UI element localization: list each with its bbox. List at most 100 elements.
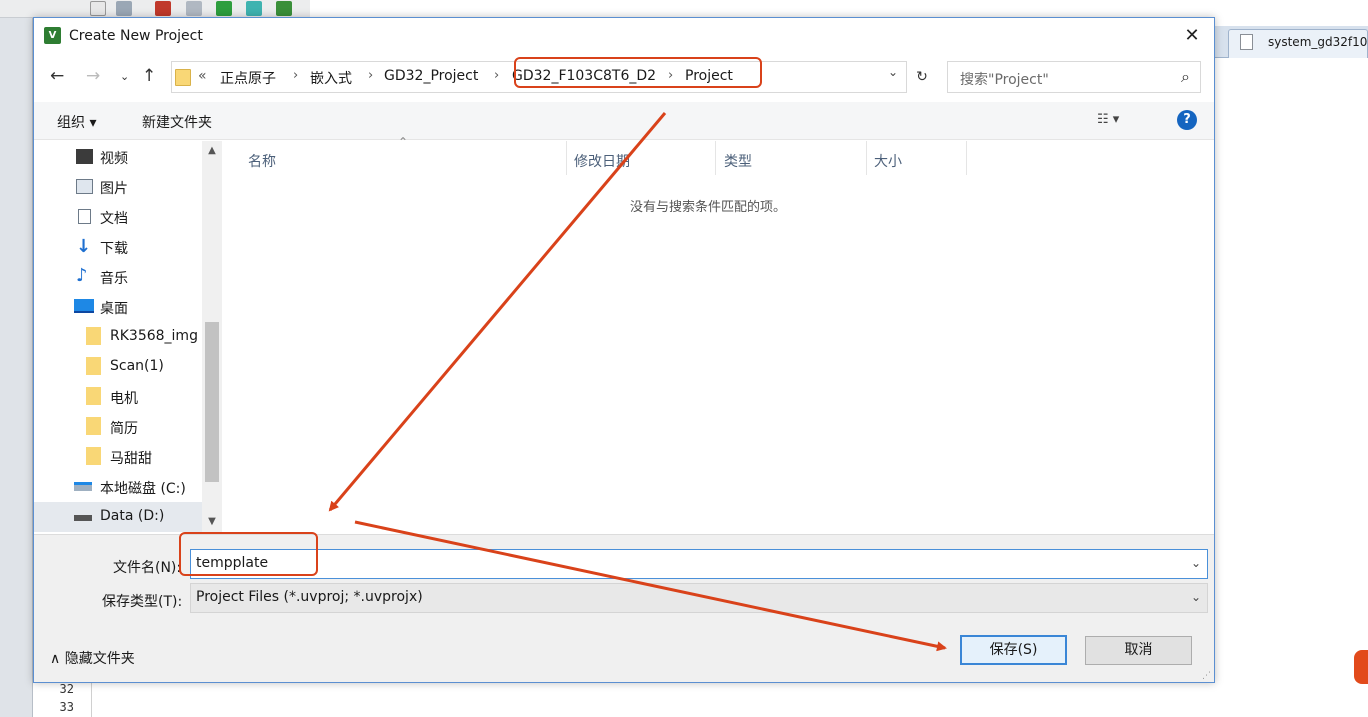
nav-item-desktop[interactable]: 桌面 [34,292,202,322]
nav-item-videos[interactable]: 视频 [34,142,202,172]
dialog-title: Create New Project [69,28,203,44]
close-button[interactable]: ✕ [1174,22,1210,50]
scroll-down-icon[interactable]: ▼ [202,516,222,527]
breadcrumb-separator-icon[interactable]: › [494,68,499,83]
nav-item-label: 下载 [100,241,128,257]
recent-locations-icon[interactable]: ⌄ [120,70,129,83]
search-input[interactable]: 搜索"Project" ⌕ [947,61,1201,93]
ide-project-panel [0,18,33,717]
file-list[interactable]: ⌃ 名称 修改日期 类型 大小 没有与搜索条件匹配的项。 [223,135,1214,534]
resize-grip-icon[interactable]: ⋰ [1202,671,1211,681]
filetype-value: Project Files (*.uvproj; *.uvprojx) [196,589,423,605]
notification-badge-icon [1354,650,1368,684]
hide-folders-toggle[interactable]: ∧ 隐藏文件夹 [50,648,135,668]
breadcrumb-separator-icon[interactable]: › [368,68,373,83]
nav-item-label: Data (D:) [100,508,165,524]
file-icon [1240,34,1253,50]
scroll-up-icon[interactable]: ▲ [202,145,222,156]
organize-button[interactable]: 组织 ▾ [57,112,96,132]
nav-item-music[interactable]: ♪ 音乐 [34,262,202,292]
breadcrumb-item[interactable]: GD32_F103C8T6_D2 [512,68,656,84]
cancel-button[interactable]: 取消 [1085,636,1192,665]
nav-item-label: 音乐 [100,271,128,287]
nav-item-downloads[interactable]: ↓ 下载 [34,232,202,262]
folder-icon [86,447,101,465]
chevron-down-icon[interactable]: ⌄ [1191,556,1201,570]
nav-item-label: 文档 [100,211,128,227]
breadcrumb-separator-icon[interactable]: › [668,68,673,83]
filename-field[interactable]: tempplate ⌄ [190,549,1208,579]
ide-line-gutter: 32 33 [34,680,92,717]
column-divider[interactable] [566,141,567,175]
dropdown-icon[interactable] [90,1,106,16]
breadcrumb-item[interactable]: GD32_Project [384,68,478,84]
create-project-dialog: V Create New Project ✕ ← → ⌄ ↑ « 正点原子 › … [33,17,1215,683]
sort-ascending-icon: ⌃ [398,135,409,149]
build-icon[interactable] [155,1,171,16]
column-divider[interactable] [866,141,867,175]
nav-item-drive-d[interactable]: Data (D:) [34,502,202,532]
filetype-select[interactable]: Project Files (*.uvproj; *.uvprojx) ⌄ [190,583,1208,613]
nav-item-label: Scan(1) [110,358,164,374]
column-divider[interactable] [966,141,967,175]
nav-item-label: 图片 [100,181,128,197]
pack-icon[interactable] [246,1,262,16]
nav-item-label: 电机 [110,391,138,407]
search-placeholder: 搜索"Project" [960,72,1049,88]
folder-icon [86,357,101,375]
breadcrumb-item[interactable]: 正点原子 [220,68,276,88]
column-header-name[interactable]: 名称 [248,151,276,171]
back-arrow-icon[interactable]: ← [50,66,64,86]
new-folder-button[interactable]: 新建文件夹 [142,112,212,132]
nav-item-documents[interactable]: 文档 [34,202,202,232]
column-header-modified[interactable]: 修改日期 [574,151,630,171]
drive-icon [74,482,92,491]
nav-item-drive-c[interactable]: 本地磁盘 (C:) [34,472,202,502]
view-options-button[interactable]: ☷ ▾ [1097,112,1119,127]
folder-icon [175,69,191,86]
folder-icon [86,327,101,345]
column-header-type[interactable]: 类型 [724,151,752,171]
chevron-down-icon[interactable]: ⌄ [1191,590,1201,604]
nav-item-label: 本地磁盘 (C:) [100,481,186,497]
breadcrumb-overflow[interactable]: « [198,68,207,84]
forward-arrow-icon[interactable]: → [86,66,100,86]
breadcrumb-item[interactable]: Project [685,68,733,84]
help-icon[interactable]: ? [1177,110,1197,130]
music-icon: ♪ [76,265,88,286]
ide-tab-label: system_gd32f10 [1268,35,1368,49]
nav-item-folder[interactable]: Scan(1) [34,352,202,382]
nav-scrollbar-thumb[interactable] [205,322,219,482]
breadcrumb-separator-icon[interactable]: › [293,68,298,83]
search-icon[interactable]: ⌕ [1181,67,1190,87]
save-form: 文件名(N): tempplate ⌄ 保存类型(T): Project Fil… [34,534,1214,682]
pack-installer-icon[interactable] [276,1,292,16]
address-dropdown-icon[interactable]: ⌄ [888,65,898,79]
drive-icon [74,515,92,521]
address-bar[interactable]: « 正点原子 › 嵌入式 › GD32_Project › GD32_F103C… [171,61,907,93]
nav-item-folder[interactable]: 电机 [34,382,202,412]
refresh-button[interactable]: ↻ [910,62,934,92]
column-header-size[interactable]: 大小 [874,151,902,171]
column-divider[interactable] [715,141,716,175]
folder-icon [86,387,101,405]
wizard-icon[interactable] [116,1,132,16]
nav-item-pictures[interactable]: 图片 [34,172,202,202]
empty-message: 没有与搜索条件匹配的项。 [630,200,787,215]
dialog-titlebar: V Create New Project ✕ [34,18,1214,55]
document-icon [78,209,91,224]
line-number: 32 [59,682,74,696]
nav-item-folder[interactable]: 马甜甜 [34,442,202,472]
up-arrow-icon[interactable]: ↑ [142,66,156,86]
filename-label: 文件名(N): [113,560,182,576]
nav-item-folder[interactable]: 简历 [34,412,202,442]
save-button[interactable]: 保存(S) [960,635,1067,665]
nav-item-label: 视频 [100,151,128,167]
desktop-icon [74,299,94,313]
component-icon[interactable] [216,1,232,16]
nav-item-folder[interactable]: RK3568_img [34,322,202,352]
breadcrumb-item[interactable]: 嵌入式 [310,68,352,88]
copy-icon[interactable] [186,1,202,16]
folder-icon [86,417,101,435]
filetype-label: 保存类型(T): [102,594,183,610]
